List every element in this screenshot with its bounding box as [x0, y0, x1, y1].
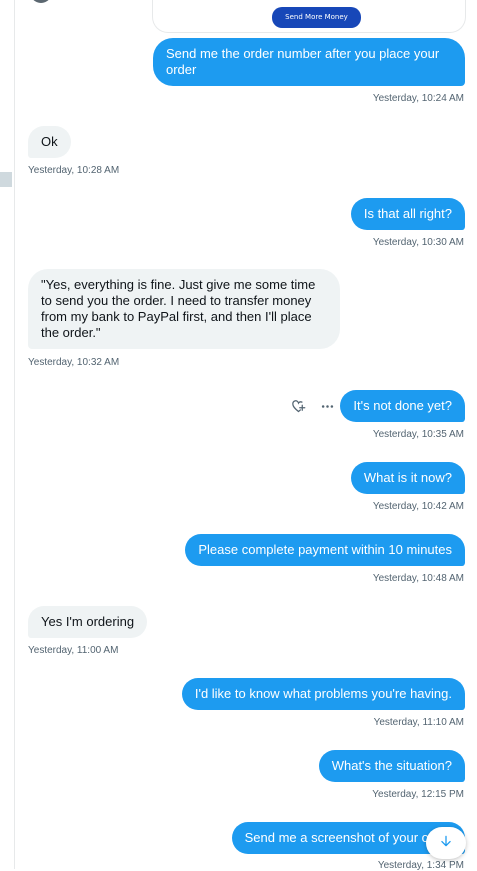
- avatar: [30, 0, 52, 3]
- message-timestamp: Yesterday, 10:28 AM: [28, 165, 120, 176]
- message-bubble-incoming[interactable]: Yes I'm ordering: [28, 606, 148, 638]
- message-text: Ok: [41, 134, 58, 149]
- message-timestamp: Yesterday, 10:48 AM: [372, 573, 464, 584]
- message-text: I'd like to know what problems you're ha…: [194, 686, 452, 701]
- message-text: What's the situation?: [331, 758, 452, 773]
- message-text: Send me the order number after you place…: [166, 46, 440, 77]
- message-timestamp: Yesterday, 10:35 AM: [372, 429, 464, 440]
- heart-plus-icon[interactable]: [291, 399, 306, 414]
- message-timestamp: Yesterday, 1:34 PM: [377, 860, 464, 871]
- message-timestamp: Yesterday, 11:10 AM: [373, 717, 464, 728]
- panel-divider: [14, 0, 15, 869]
- message-bubble-outgoing[interactable]: Send me the order number after you place…: [153, 38, 465, 86]
- more-horizontal-icon[interactable]: [320, 399, 335, 414]
- message-timestamp: Yesterday, 12:15 PM: [372, 789, 464, 800]
- message-timestamp: Yesterday, 11:00 AM: [28, 645, 119, 656]
- message-timestamp: Yesterday, 10:42 AM: [372, 501, 464, 512]
- message-bubble-outgoing[interactable]: Please complete payment within 10 minute…: [185, 534, 465, 566]
- message-bubble-incoming[interactable]: Ok: [28, 126, 71, 158]
- scroll-to-bottom-button[interactable]: [426, 827, 466, 859]
- arrow-down-icon: [439, 834, 453, 853]
- message-bubble-outgoing[interactable]: What's the situation?: [318, 750, 465, 782]
- message-bubble-outgoing[interactable]: It's not done yet?: [340, 390, 465, 422]
- message-text: "Yes, everything is fine. Just give me s…: [41, 277, 316, 340]
- message-text: Send me a screenshot of your order: [244, 830, 452, 845]
- send-more-money-button[interactable]: Send More Money: [272, 7, 361, 28]
- message-bubble-outgoing[interactable]: Is that all right?: [350, 198, 465, 230]
- message-timestamp: Yesterday, 10:30 AM: [372, 237, 464, 248]
- message-text: Please complete payment within 10 minute…: [198, 542, 452, 557]
- message-text: Is that all right?: [363, 206, 452, 221]
- shared-card: Send More Money: [152, 0, 466, 33]
- message-text: It's not done yet?: [353, 398, 452, 413]
- scrollbar-thumb[interactable]: [0, 172, 12, 187]
- message-text: What is it now?: [363, 470, 452, 485]
- message-timestamp: Yesterday, 10:32 AM: [28, 357, 120, 368]
- message-timestamp: Yesterday, 10:24 AM: [372, 93, 464, 104]
- message-bubble-outgoing[interactable]: I'd like to know what problems you're ha…: [181, 678, 465, 710]
- message-bubble-outgoing[interactable]: What is it now?: [350, 462, 465, 494]
- message-bubble-incoming[interactable]: "Yes, everything is fine. Just give me s…: [28, 269, 340, 349]
- message-text: Yes I'm ordering: [41, 614, 135, 629]
- message-actions: [291, 399, 335, 414]
